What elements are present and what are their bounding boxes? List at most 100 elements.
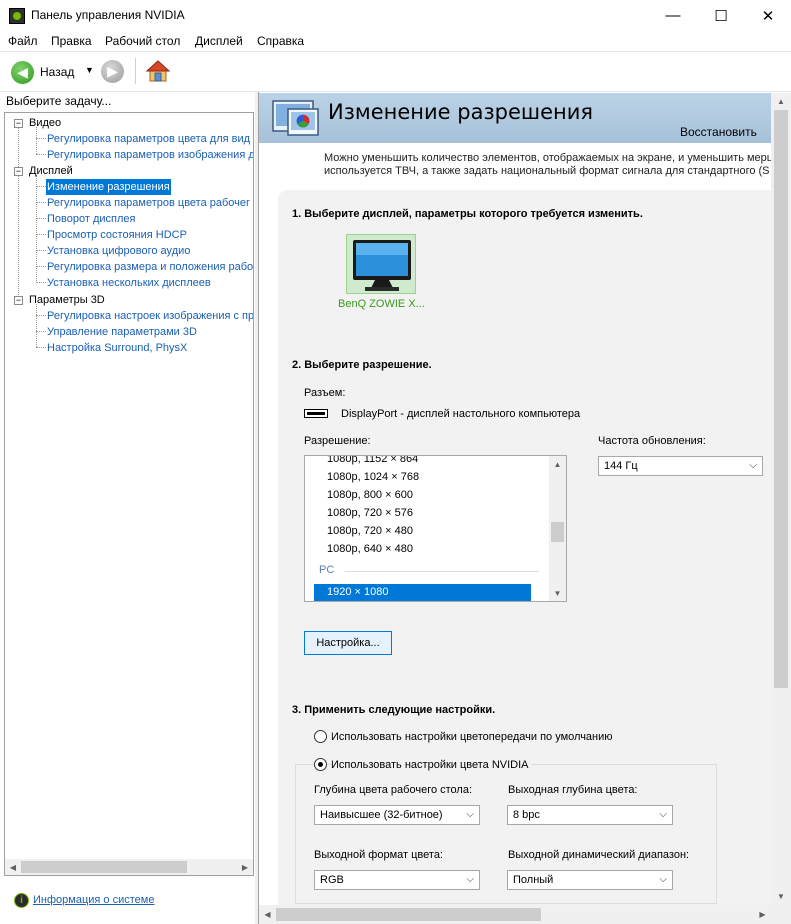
resolution-option[interactable]: 1080p, 720 × 480 — [327, 525, 413, 537]
radio-nvidia-color[interactable] — [314, 758, 327, 771]
minimize-button[interactable]: — — [650, 0, 696, 31]
content-horizontal-scrollbar[interactable]: ◀ ▶ — [259, 905, 771, 924]
tree-connector — [36, 154, 46, 155]
scroll-up-icon[interactable]: ▲ — [549, 456, 566, 472]
tree-item-desktop-size[interactable]: Регулировка размера и положения рабо — [47, 259, 253, 275]
resolution-option[interactable]: 1080p, 640 × 480 — [327, 543, 413, 555]
maximize-button[interactable]: ☐ — [698, 0, 744, 31]
displayport-icon — [304, 409, 328, 418]
tree-category-3d[interactable]: Параметры 3D — [29, 292, 105, 308]
tree-connector — [36, 315, 46, 316]
page-description: Можно уменьшить количество элементов, от… — [324, 152, 774, 164]
forward-button[interactable]: ▶ — [101, 60, 124, 83]
radio-default-color[interactable] — [314, 730, 327, 743]
tree-connector — [36, 234, 46, 235]
tree-item-digital-audio[interactable]: Установка цифрового аудио — [47, 243, 190, 259]
scroll-thumb[interactable] — [551, 522, 564, 542]
tree-connector — [36, 282, 46, 283]
customize-button[interactable]: Настройка... — [304, 631, 392, 655]
tree-category-display[interactable]: Дисплей — [29, 163, 73, 179]
scroll-thumb[interactable] — [774, 110, 788, 688]
resolution-page-icon — [272, 100, 320, 138]
resolution-listbox[interactable]: 1080p, 1152 × 864 1080p, 1024 × 768 1080… — [304, 455, 567, 602]
close-button[interactable]: ✕ — [745, 0, 791, 31]
scrollbar-corner — [771, 905, 791, 924]
resolution-option[interactable]: 1080p, 1152 × 864 — [327, 456, 418, 465]
home-button[interactable] — [145, 58, 171, 84]
scroll-left-icon[interactable]: ◀ — [5, 859, 21, 875]
tree-collapse-3d-icon[interactable]: − — [14, 296, 23, 305]
radio-nvidia-color-label[interactable]: Использовать настройки цвета NVIDIA — [331, 759, 532, 771]
refresh-rate-label: Частота обновления: — [598, 435, 706, 447]
resolution-option[interactable]: 1080p, 800 × 600 — [327, 489, 413, 501]
menu-desktop[interactable]: Рабочий стол — [105, 34, 180, 48]
back-history-dropdown-icon[interactable]: ▼ — [85, 65, 94, 75]
system-info-link[interactable]: Информация о системе — [33, 894, 154, 906]
back-label: Назад — [40, 65, 75, 79]
tree-item-3d-image-settings[interactable]: Регулировка настроек изображения с пр — [47, 308, 253, 324]
tree-item-video-color[interactable]: Регулировка параметров цвета для вид — [47, 131, 250, 147]
output-format-dropdown[interactable]: RGB ⌵ — [314, 870, 480, 890]
scroll-up-icon[interactable]: ▲ — [771, 93, 791, 110]
tree-connector — [36, 304, 37, 347]
chevron-down-icon: ⌵ — [659, 809, 667, 820]
restore-defaults-link[interactable]: Восстановить — [680, 125, 757, 139]
display-tile[interactable] — [346, 234, 416, 294]
dynamic-range-dropdown[interactable]: Полный ⌵ — [507, 870, 673, 890]
scroll-thumb[interactable] — [276, 908, 541, 921]
resolution-group-header: PC — [319, 564, 335, 576]
resolution-group-divider — [345, 571, 539, 572]
chevron-down-icon: ⌵ — [466, 874, 474, 885]
chevron-down-icon: ⌵ — [749, 460, 757, 471]
tree-item-hdcp-status[interactable]: Просмотр состояния HDCP — [47, 227, 187, 243]
output-depth-dropdown[interactable]: 8 bpc ⌵ — [507, 805, 673, 825]
tree-collapse-video-icon[interactable]: − — [14, 119, 23, 128]
tree-item-multiple-displays[interactable]: Установка нескольких дисплеев — [47, 275, 211, 291]
display-name[interactable]: BenQ ZOWIE X... — [338, 298, 425, 310]
tree-item-surround-physx[interactable]: Настройка Surround, PhysX — [47, 340, 187, 356]
desktop-depth-dropdown[interactable]: Наивысшее (32-битное) ⌵ — [314, 805, 480, 825]
nvidia-app-icon — [9, 8, 25, 24]
menu-bar: Файл Правка Рабочий стол Дисплей Справка — [0, 31, 791, 51]
scroll-left-icon[interactable]: ◀ — [259, 905, 276, 924]
content-vertical-scrollbar[interactable]: ▲ ▼ — [771, 93, 791, 905]
resolution-list-scrollbar[interactable]: ▲ ▼ — [549, 456, 566, 601]
tree-connector — [36, 347, 46, 348]
tree-item-change-resolution[interactable]: Изменение разрешения — [46, 179, 171, 195]
tree-category-video[interactable]: Видео — [29, 115, 61, 131]
task-tree-horizontal-scrollbar[interactable]: ◀ ▶ — [5, 859, 253, 875]
resolution-option[interactable]: 1080p, 720 × 576 — [327, 507, 413, 519]
refresh-rate-value: 144 Гц — [604, 460, 638, 472]
resolution-option-selected[interactable]: 1920 × 1080 — [314, 584, 531, 601]
output-format-label: Выходной формат цвета: — [314, 849, 443, 861]
scroll-right-icon[interactable]: ▶ — [754, 905, 771, 924]
tree-connector — [36, 202, 46, 203]
dynamic-range-value: Полный — [513, 874, 554, 886]
menu-edit[interactable]: Правка — [51, 34, 92, 48]
toolbar-separator — [135, 58, 136, 84]
scroll-down-icon[interactable]: ▼ — [771, 888, 791, 905]
task-pane-header: Выберите задачу... — [6, 94, 112, 108]
menu-display[interactable]: Дисплей — [195, 34, 243, 48]
page-description: используется ТВЧ, а также задать национа… — [324, 165, 770, 177]
output-depth-label: Выходная глубина цвета: — [508, 784, 638, 796]
resolution-option[interactable]: 1080p, 1024 × 768 — [327, 471, 419, 483]
menu-file[interactable]: Файл — [8, 34, 38, 48]
selected-resolution: 1920 × 1080 — [327, 586, 389, 598]
tree-item-rotate-display[interactable]: Поворот дисплея — [47, 211, 135, 227]
radio-default-color-label[interactable]: Использовать настройки цветопередачи по … — [331, 731, 613, 743]
scroll-thumb[interactable] — [21, 861, 187, 873]
scroll-down-icon[interactable]: ▼ — [549, 585, 566, 601]
tree-collapse-display-icon[interactable]: − — [14, 167, 23, 176]
refresh-rate-dropdown[interactable]: 144 Гц ⌵ — [598, 456, 763, 476]
tree-item-manage-3d[interactable]: Управление параметрами 3D — [47, 324, 197, 340]
desktop-depth-value: Наивысшее (32-битное) — [320, 809, 443, 821]
back-button[interactable]: ◀ Назад — [11, 59, 91, 85]
tree-connector — [36, 331, 46, 332]
tree-item-desktop-color[interactable]: Регулировка параметров цвета рабочег — [47, 195, 250, 211]
tree-item-video-image[interactable]: Регулировка параметров изображения д — [47, 147, 253, 163]
output-depth-value: 8 bpc — [513, 809, 540, 821]
scroll-right-icon[interactable]: ▶ — [237, 859, 253, 875]
menu-help[interactable]: Справка — [257, 34, 304, 48]
system-info-icon: i — [14, 893, 29, 908]
